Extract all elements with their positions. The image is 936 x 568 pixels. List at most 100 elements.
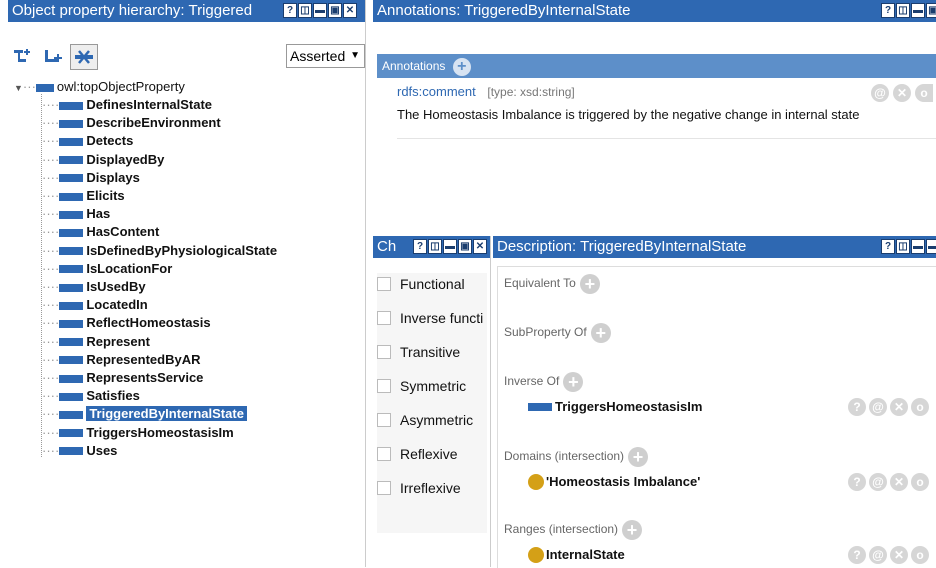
minimize-icon[interactable]: ▬ — [911, 3, 925, 18]
tree-item[interactable]: ···· HasContent — [42, 223, 159, 241]
characteristic-checkbox[interactable]: Asymmetric — [377, 409, 473, 431]
add-sibling-property-button[interactable] — [40, 44, 66, 68]
minimize-icon[interactable]: ▬ — [911, 239, 925, 254]
edit-icon[interactable]: o — [915, 84, 933, 102]
tree-item[interactable]: ···· Has — [42, 205, 110, 223]
description-body: Equivalent To + SubProperty Of + Inverse O… — [497, 266, 936, 568]
minimize-icon[interactable]: ▬ — [313, 3, 327, 18]
annotation-row[interactable]: rdfs:comment [type: xsd:string] The Home… — [397, 84, 936, 134]
tree-item[interactable]: ···· TriggeredByInternalState — [42, 405, 247, 423]
help-icon[interactable]: ? — [881, 239, 895, 254]
delete-icon[interactable]: ✕ — [890, 546, 908, 564]
help-icon[interactable]: ? — [881, 3, 895, 18]
property-icon — [59, 101, 84, 110]
maximize-icon[interactable]: ▣ — [328, 3, 342, 18]
delete-icon[interactable]: ✕ — [890, 398, 908, 416]
property-icon — [59, 410, 84, 419]
tree-item[interactable]: ···· Represent — [42, 333, 150, 351]
edit-icon[interactable]: o — [911, 546, 929, 564]
split-icon[interactable]: ◫ — [298, 3, 312, 18]
expand-toggle-icon[interactable]: ▼ — [14, 83, 23, 93]
tree-item[interactable]: ···· Elicits — [42, 187, 125, 205]
close-icon[interactable]: ✕ — [473, 239, 487, 254]
delete-property-button[interactable] — [70, 44, 98, 70]
tree-item[interactable]: ···· DescribeEnvironment — [42, 114, 221, 132]
add-equivalent-button[interactable]: + — [579, 274, 600, 294]
tree-root[interactable]: owl:topObjectProperty — [57, 79, 185, 94]
characteristic-checkbox[interactable]: Symmetric — [377, 375, 466, 397]
tree-item[interactable]: ···· IsLocationFor — [42, 260, 172, 278]
delete-icon[interactable]: ✕ — [890, 473, 908, 491]
split-icon[interactable]: ◫ — [428, 239, 442, 254]
checkbox-box[interactable] — [377, 277, 391, 291]
close-icon[interactable]: ✕ — [343, 3, 357, 18]
add-subproperty-button[interactable]: + — [590, 323, 611, 343]
annotate-icon[interactable]: @ — [869, 473, 887, 491]
tree-item-label: Represent — [86, 333, 150, 349]
split-icon[interactable]: ◫ — [896, 239, 910, 254]
checkbox-box[interactable] — [377, 481, 391, 495]
property-icon — [59, 447, 84, 456]
tree-item[interactable]: ···· IsDefinedByPhysiologicalState — [42, 242, 277, 260]
checkbox-box[interactable] — [377, 447, 391, 461]
tree-item[interactable]: ···· DisplayedBy — [42, 151, 164, 169]
tree-item[interactable]: ···· LocatedIn — [42, 296, 148, 314]
tree-children: ···· DefinesInternalState ···· DescribeEnvi… — [8, 96, 365, 476]
minimize-icon[interactable]: ▬ — [443, 239, 457, 254]
characteristics-title: Ch ? ◫ ▬ ▣ ✕ — [373, 236, 490, 258]
add-inverse-button[interactable]: + — [563, 372, 584, 392]
characteristic-checkbox[interactable]: Inverse functi — [377, 307, 483, 329]
equivalent-to-label: Equivalent To — [504, 276, 576, 291]
annotations-header: Annotations + — [377, 54, 936, 78]
checkbox-box[interactable] — [377, 413, 391, 427]
split-icon[interactable]: ◫ — [896, 3, 910, 18]
edit-icon[interactable]: o — [911, 398, 929, 416]
add-sub-property-button[interactable] — [10, 44, 36, 68]
characteristic-checkbox[interactable]: Reflexive — [377, 443, 458, 465]
annotate-icon[interactable]: @ — [871, 84, 889, 102]
annotate-icon[interactable]: @ — [869, 546, 887, 564]
help-icon[interactable]: ? — [413, 239, 427, 254]
domains-section: Domains (intersection) + — [504, 447, 649, 467]
checkbox-box[interactable] — [377, 311, 391, 325]
checkbox-box[interactable] — [377, 345, 391, 359]
add-range-button[interactable]: + — [622, 520, 643, 540]
tree-item[interactable]: ···· TriggersHomeostasisIm — [42, 424, 234, 442]
tree-item[interactable]: ···· DefinesInternalState — [42, 96, 212, 114]
tree-item[interactable]: ···· RepresentedByAR — [42, 351, 200, 369]
maximize-icon[interactable]: ▣ — [458, 239, 472, 254]
characteristics-title-text: Ch — [377, 238, 397, 255]
tree-item[interactable]: ···· RepresentsService — [42, 369, 203, 387]
tree-item-label: RepresentedByAR — [86, 351, 201, 367]
explain-icon[interactable]: ? — [848, 398, 866, 416]
characteristic-checkbox[interactable]: Irreflexive — [377, 477, 461, 499]
help-icon[interactable]: ? — [283, 3, 297, 18]
tree-item[interactable]: ···· Detects — [42, 132, 133, 150]
delete-icon[interactable]: ✕ — [893, 84, 911, 102]
tree-item[interactable]: ···· Displays — [42, 169, 140, 187]
tree-item-label: TriggersHomeostasisIm — [86, 424, 234, 440]
characteristic-checkbox[interactable]: Transitive — [377, 341, 460, 363]
maximize-icon[interactable]: ▬ — [926, 239, 936, 254]
add-domain-button[interactable]: + — [628, 447, 649, 467]
tree-item[interactable]: ···· IsUsedBy — [42, 278, 146, 296]
edit-icon[interactable]: o — [911, 473, 929, 491]
annotation-type: [type: xsd:string] — [487, 85, 575, 99]
explain-icon[interactable]: ? — [848, 473, 866, 491]
characteristic-checkbox[interactable]: Functional — [377, 273, 465, 295]
annotation-property[interactable]: rdfs:comment — [397, 84, 476, 99]
tree-item[interactable]: ···· Uses — [42, 442, 117, 460]
checkbox-box[interactable] — [377, 379, 391, 393]
hierarchy-mode-select[interactable]: Asserted ▼ — [286, 44, 365, 68]
inverse-of-value: TriggersHomeostasisIm — [555, 399, 703, 414]
maximize-icon[interactable]: ▣ — [926, 3, 936, 18]
explain-icon[interactable]: ? — [848, 546, 866, 564]
tree-item[interactable]: ···· ReflectHomeostasis — [42, 314, 211, 332]
tree-item[interactable]: ···· Satisfies — [42, 387, 140, 405]
characteristic-label: Irreflexive — [400, 480, 461, 496]
annotation-value: The Homeostasis Imbalance is triggered b… — [397, 107, 860, 122]
characteristics-list: Functional Inverse functi Transitive Symmet… — [377, 273, 487, 533]
characteristics-panel: Ch ? ◫ ▬ ▣ ✕ Functional Inverse functi Tra… — [373, 236, 491, 567]
annotate-icon[interactable]: @ — [869, 398, 887, 416]
add-annotation-button[interactable]: + — [452, 57, 471, 76]
